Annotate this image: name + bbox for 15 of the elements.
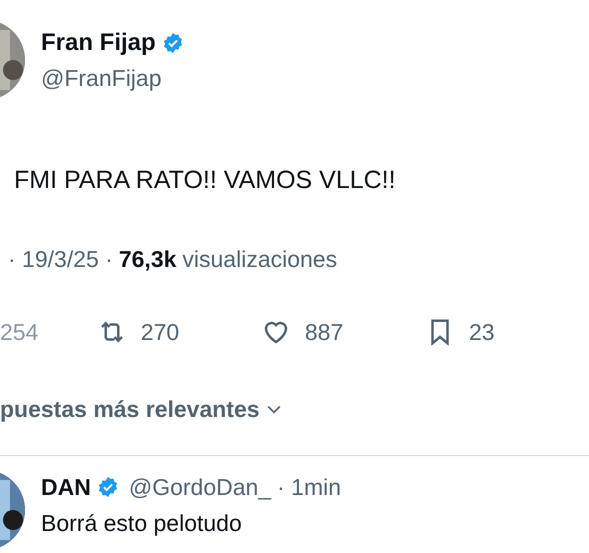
views-label: visualizaciones (182, 244, 338, 274)
tweet-text: FMI PARA RATO!! VAMOS VLLC!! (13, 165, 397, 196)
author-handle[interactable]: @FranFijap (41, 60, 184, 96)
author-name[interactable]: Fran Fijap (41, 24, 156, 61)
reply-author-handle[interactable]: @GordoDan_ (128, 470, 272, 504)
action-count: 270 (140, 318, 180, 347)
reply-text: Borrá esto pelotudo (41, 509, 243, 538)
action-count: 254 (0, 318, 38, 347)
view-count: 76,3k (118, 244, 176, 274)
tweet-date: · 19/3/25 · (8, 244, 113, 274)
sort-replies-button[interactable]: puestas más relevantes (0, 392, 284, 426)
reply-time: · 1min (277, 472, 342, 502)
action-count: 23 (468, 318, 495, 347)
action-count: 887 (304, 318, 344, 347)
reply-author-name[interactable]: DAN (41, 470, 91, 504)
